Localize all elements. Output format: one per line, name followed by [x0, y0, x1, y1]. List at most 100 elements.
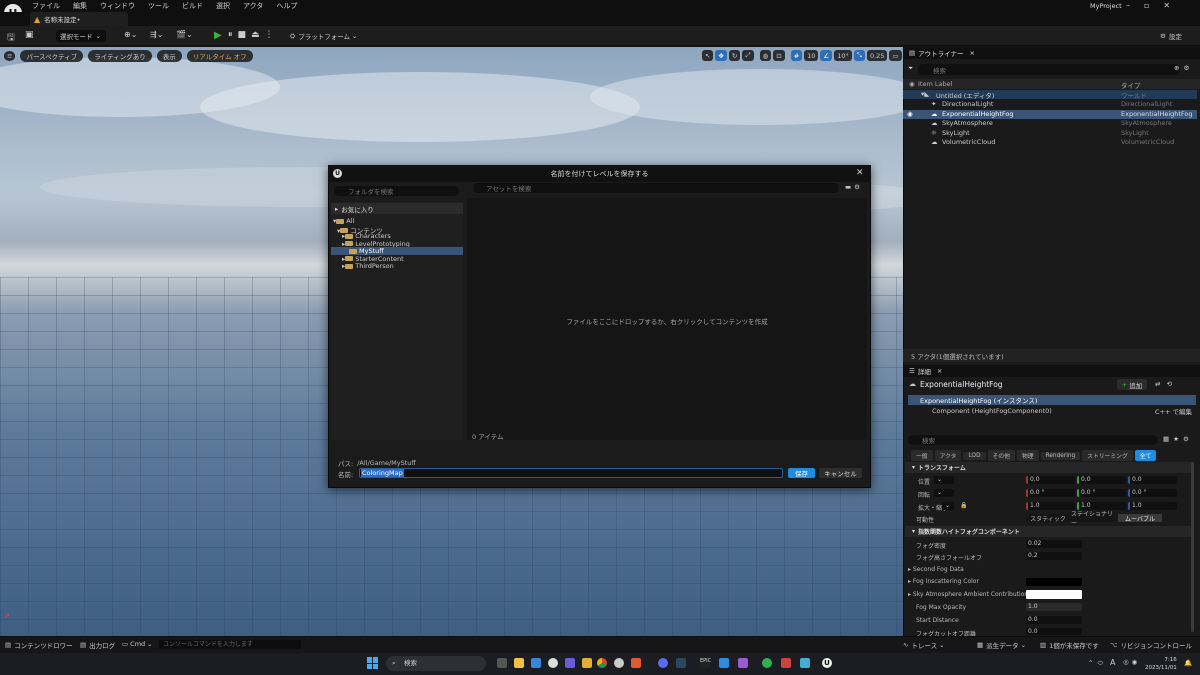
mode-select-button[interactable]: 選択モード ⌄	[56, 30, 106, 42]
second-fog-row[interactable]: ▸ Second Fog Data	[908, 566, 964, 573]
folder-search-input[interactable]: フォルダを検索	[334, 186, 459, 196]
outliner-row-skyatmosphere[interactable]: ☁ SkyAtmosphere SkyAtmosphere	[903, 119, 1197, 128]
component-row[interactable]: Component (HeightFogComponent0) C++ で編集	[908, 406, 1196, 416]
outliner-row-directionallight[interactable]: ✦ DirectionalLight DirectionalLight	[903, 100, 1197, 109]
select-tool-icon[interactable]: ↖	[702, 50, 714, 61]
source-control-button[interactable]: ⌥ リビジョンコントロール	[1110, 640, 1192, 650]
derived-data-button[interactable]: ▦ 派生データ ⌄	[977, 640, 1026, 650]
app-icon-3[interactable]	[565, 658, 575, 668]
vscode-icon[interactable]	[719, 658, 729, 668]
transform-section[interactable]: ▾ トランスフォーム	[905, 462, 1192, 473]
playback-controls[interactable]: ⏸■⏏⋮	[228, 30, 279, 40]
fog-falloff-field[interactable]: 0.2	[1026, 552, 1082, 560]
lock-icon[interactable]: 🔒	[960, 502, 967, 509]
camera-speed-icon[interactable]: ▭	[889, 50, 902, 61]
menu-help[interactable]: ヘルプ	[276, 1, 297, 11]
windows-start-icon[interactable]	[367, 657, 379, 669]
file-explorer-icon[interactable]	[514, 658, 524, 668]
perspective-button[interactable]: パースペクティブ	[20, 50, 84, 62]
chrome-icon[interactable]	[597, 658, 607, 668]
mobility-static[interactable]: スタティック	[1026, 514, 1070, 523]
close-icon[interactable]: ×	[970, 49, 975, 57]
scale-snap-icon[interactable]: ⤡	[853, 50, 865, 61]
mobility-stationary[interactable]: ステイショナリー	[1071, 511, 1117, 527]
fog-component-section[interactable]: ▾ 指数関数ハイトフォグコンポーネント	[905, 526, 1192, 537]
steam-icon[interactable]	[676, 658, 686, 668]
filter-rendering[interactable]: Rendering	[1040, 451, 1081, 460]
tree-item-characters[interactable]: ▸ Characters	[331, 232, 463, 240]
save-icon[interactable]: 🖫	[7, 30, 15, 46]
platform-button[interactable]: ⛭ プラットフォーム ⌄	[290, 31, 357, 42]
menu-file[interactable]: ファイル	[32, 1, 60, 11]
task-view-icon[interactable]	[497, 658, 507, 668]
tree-item-all[interactable]: ▾ All	[331, 217, 463, 225]
details-view-options[interactable]: ▦★⚙	[1163, 435, 1193, 443]
mobility-movable[interactable]: ムーバブル	[1118, 514, 1162, 523]
details-header-icons[interactable]: ⇄⟲	[1155, 380, 1178, 388]
app-icon-6[interactable]	[631, 658, 641, 668]
asset-search-input[interactable]: アセットを検索	[473, 183, 839, 193]
lighting-button[interactable]: ライティングあり	[88, 50, 152, 62]
location-y-field[interactable]: 0.0	[1077, 476, 1126, 484]
filter-physics[interactable]: 物理	[1016, 450, 1039, 461]
level-tab[interactable]: ▲ 名称未設定•	[30, 12, 128, 26]
cancel-button[interactable]: キャンセル	[819, 468, 862, 478]
discord-icon[interactable]	[658, 658, 668, 668]
rotation-mode-dropdown[interactable]: ⌄	[934, 489, 954, 497]
app-icon-7[interactable]	[738, 658, 748, 668]
content-browser-icon[interactable]: ▣	[25, 30, 34, 40]
show-button[interactable]: 表示	[156, 50, 182, 62]
console-input[interactable]: コンソールコマンドを入力します	[159, 640, 301, 649]
menu-select[interactable]: 選択	[216, 1, 230, 11]
max-opacity-field[interactable]: 1.0	[1026, 603, 1082, 611]
scale-z-field[interactable]: 1.0	[1128, 502, 1177, 510]
app-icon-8[interactable]	[762, 658, 772, 668]
taskbar-search-input[interactable]: ⌕ 検索	[386, 656, 486, 671]
inscatter-color-swatch[interactable]	[1026, 578, 1082, 586]
tree-item-mystuff[interactable]: MyStuff	[331, 247, 463, 255]
close-icon[interactable]: ×	[937, 367, 942, 375]
filter-actor[interactable]: アクタ	[934, 450, 962, 461]
app-icon-1[interactable]	[531, 658, 541, 668]
tree-item-levelprototyping[interactable]: ▸ LevelPrototyping	[331, 240, 463, 248]
start-distance-field[interactable]: 0.0	[1026, 616, 1082, 624]
realtime-button[interactable]: リアルタイム オフ	[186, 50, 253, 62]
close-icon[interactable]: ✕	[856, 168, 864, 178]
location-x-field[interactable]: 0.0	[1026, 476, 1075, 484]
outliner-options[interactable]: ⊕⚙	[1174, 64, 1193, 72]
rotation-x-field[interactable]: 0.0 °	[1026, 489, 1075, 497]
instance-row[interactable]: ExponentialHeightFog (インスタンス)	[908, 395, 1196, 405]
col-type[interactable]: タイプ	[1121, 80, 1141, 90]
filter-streaming[interactable]: ストリーミング	[1082, 450, 1133, 461]
epic-games-icon[interactable]: EPIC	[700, 658, 711, 668]
eye-icon[interactable]: ◉	[909, 80, 915, 88]
filter-all[interactable]: 全て	[1134, 450, 1157, 461]
rotation-z-field[interactable]: 0.0 °	[1128, 489, 1177, 497]
level-name-input[interactable]: ColoringMap	[359, 468, 783, 478]
outliner-row-skylight[interactable]: ☼ SkyLight SkyLight	[903, 129, 1197, 138]
scale-snap-value[interactable]: 0.25	[866, 50, 888, 61]
col-item-label[interactable]: Item Label	[918, 80, 952, 88]
hamburger-icon[interactable]: ≡	[4, 51, 16, 61]
sequence-icon[interactable]: 🎬⌄	[176, 30, 193, 39]
outliner-search-input[interactable]: 検索	[918, 64, 1180, 75]
ime-indicator[interactable]: A	[1110, 658, 1115, 667]
favorites-header[interactable]: ▸ お気に入り	[331, 203, 463, 214]
surface-snap-icon[interactable]: ⊡	[773, 50, 785, 61]
grid-snap-icon[interactable]: #	[790, 50, 803, 61]
scale-x-field[interactable]: 1.0	[1026, 502, 1075, 510]
cpp-edit-link[interactable]: C++ で編集	[1155, 406, 1192, 416]
rotate-tool-icon[interactable]: ↻	[728, 50, 741, 61]
filter-icon[interactable]: ⏷	[908, 64, 913, 73]
notification-bell-icon[interactable]: 🔔	[1184, 659, 1192, 667]
inscatter-row[interactable]: ▸ Fog Inscattering Color	[908, 578, 979, 585]
settings-button[interactable]: ⚙ 設定	[1160, 31, 1182, 41]
unreal-taskbar-icon[interactable]: U	[822, 658, 832, 668]
add-actor-icon[interactable]: ⊕⌄	[124, 30, 137, 39]
outliner-row-exponentialheightfog[interactable]: ◉ ☁ ExponentialHeightFog ExponentialHeig…	[903, 109, 1197, 119]
tree-item-startercontent[interactable]: ▸ StarterContent	[331, 255, 463, 263]
menu-build[interactable]: ビルド	[182, 1, 203, 11]
menu-edit[interactable]: 編集	[73, 1, 87, 11]
details-search-input[interactable]: 検索	[908, 435, 1158, 445]
cmd-button[interactable]: ▭ Cmd ⌄	[122, 640, 153, 648]
